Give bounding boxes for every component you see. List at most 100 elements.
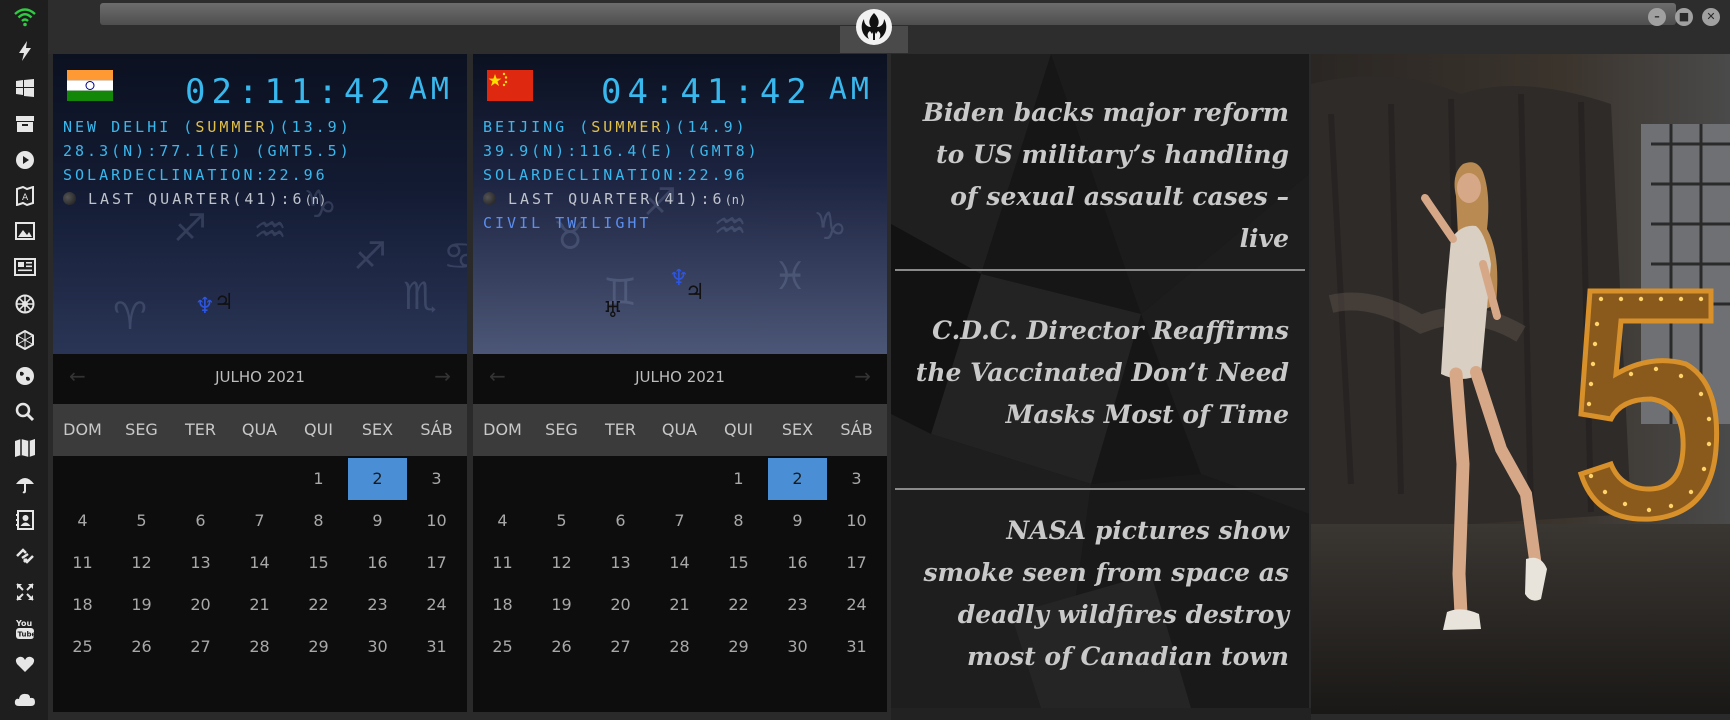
calendar-day[interactable]: 31 (407, 626, 466, 668)
calendar-day[interactable]: 25 (473, 626, 532, 668)
calendar-day[interactable]: 7 (650, 500, 709, 542)
calendar-day[interactable]: 10 (407, 500, 466, 542)
calendar-day[interactable]: 26 (112, 626, 171, 668)
calendar-day[interactable]: 8 (709, 500, 768, 542)
calendar-day[interactable]: 30 (348, 626, 407, 668)
calendar-day[interactable]: 27 (171, 626, 230, 668)
contact-icon[interactable] (13, 510, 37, 534)
calendar-day[interactable]: 31 (827, 626, 886, 668)
image-icon[interactable] (13, 222, 37, 246)
calendar-day[interactable]: 13 (591, 542, 650, 584)
calendar-day[interactable]: 28 (230, 626, 289, 668)
zodiac-background-icon: ♏ (403, 274, 438, 318)
calendar-day[interactable]: 16 (768, 542, 827, 584)
calendar-day[interactable]: 14 (650, 542, 709, 584)
calendar-day[interactable]: 18 (53, 584, 112, 626)
calendar-day[interactable]: 15 (709, 542, 768, 584)
calendar-day[interactable]: 12 (112, 542, 171, 584)
calendar-day[interactable]: 30 (768, 626, 827, 668)
calendar-day[interactable]: 5 (112, 500, 171, 542)
zodiac-background-icon: ♐ (353, 234, 388, 278)
calendar-day[interactable]: 16 (348, 542, 407, 584)
link-icon[interactable] (13, 546, 37, 570)
play-icon[interactable] (13, 150, 37, 174)
calendar-day[interactable]: 20 (591, 584, 650, 626)
calendar-day[interactable]: 23 (348, 584, 407, 626)
calendar-day[interactable]: 20 (171, 584, 230, 626)
zodiac-background-icon: ♋ (443, 234, 467, 278)
fullscreen-icon[interactable] (13, 582, 37, 606)
calendar-day[interactable]: 21 (650, 584, 709, 626)
calendar-day[interactable]: 28 (650, 626, 709, 668)
calendar-day[interactable]: 25 (53, 626, 112, 668)
calendar-day[interactable]: 17 (407, 542, 466, 584)
calendar-day[interactable]: 29 (709, 626, 768, 668)
calendar-day[interactable]: 5 (532, 500, 591, 542)
calendar-day[interactable]: 15 (289, 542, 348, 584)
next-month-button[interactable]: → (434, 364, 451, 388)
calendar-day[interactable]: 27 (591, 626, 650, 668)
calendar-day[interactable]: 19 (532, 584, 591, 626)
news-headline[interactable]: Biden backs major reform to US military’… (909, 92, 1289, 260)
calendar-day[interactable]: 8 (289, 500, 348, 542)
calendar-day[interactable]: 11 (53, 542, 112, 584)
clock-ampm: AM (408, 72, 453, 107)
clock-city-line: BEIJING (SUMMER)(14.9) (483, 118, 748, 136)
calendar-day[interactable]: 23 (768, 584, 827, 626)
maximize-button[interactable]: ■ (1675, 8, 1693, 26)
calendar-day[interactable]: 4 (53, 500, 112, 542)
next-month-button[interactable]: → (854, 364, 871, 388)
calendar-day[interactable]: 1 (709, 458, 768, 500)
sidebar: A You Tube (0, 0, 48, 720)
calendar-day[interactable]: 3 (407, 458, 466, 500)
cloud-icon[interactable] (13, 690, 37, 714)
hexagon-icon[interactable] (13, 329, 37, 354)
windows-icon[interactable] (13, 78, 37, 102)
calendar-day-selected[interactable]: 2 (348, 458, 407, 500)
featured-photo[interactable]: 5 (1311, 54, 1730, 714)
calendar-day[interactable]: 14 (230, 542, 289, 584)
calendar-day[interactable]: 22 (289, 584, 348, 626)
news-headline[interactable]: NASA pictures show smoke seen from space… (909, 510, 1289, 678)
map-book-icon[interactable]: A (13, 185, 37, 210)
flash-icon[interactable] (13, 40, 37, 64)
calendar-day[interactable]: 12 (532, 542, 591, 584)
calendar-day[interactable]: 1 (289, 458, 348, 500)
calendar-day[interactable]: 9 (348, 500, 407, 542)
calendar-day[interactable]: 17 (827, 542, 886, 584)
news-headline[interactable]: C.D.C. Director Reaffirms the Vaccinated… (909, 310, 1289, 436)
calendar-day-selected[interactable]: 2 (768, 458, 827, 500)
umbrella-icon[interactable] (13, 474, 37, 498)
weekday-header: DOM SEG TER QUA QUI SEX SÁB (53, 404, 467, 456)
archive-icon[interactable] (13, 114, 37, 138)
wifi-icon[interactable] (13, 6, 37, 30)
calendar-day[interactable]: 7 (230, 500, 289, 542)
calendar-day[interactable]: 13 (171, 542, 230, 584)
rebel-alliance-logo-icon[interactable] (855, 8, 893, 46)
calendar-day[interactable]: 19 (112, 584, 171, 626)
calendar-day[interactable]: 6 (591, 500, 650, 542)
close-button[interactable]: ✕ (1702, 8, 1720, 26)
calendar-day[interactable]: 24 (827, 584, 886, 626)
youtube-icon[interactable]: You Tube (13, 618, 37, 642)
minimize-button[interactable]: – (1648, 8, 1666, 26)
calendar-day[interactable]: 3 (827, 458, 886, 500)
calendar-day[interactable]: 22 (709, 584, 768, 626)
news-icon[interactable] (13, 258, 37, 282)
heart-icon[interactable] (13, 654, 37, 678)
calendar-day[interactable]: 18 (473, 584, 532, 626)
calendar-day[interactable]: 24 (407, 584, 466, 626)
weekday-label: SEG (125, 420, 158, 439)
calendar-day[interactable]: 9 (768, 500, 827, 542)
calendar-day[interactable]: 4 (473, 500, 532, 542)
calendar-day[interactable]: 29 (289, 626, 348, 668)
search-icon[interactable] (13, 402, 37, 426)
globe-icon[interactable] (13, 366, 37, 390)
calendar-day[interactable]: 21 (230, 584, 289, 626)
settings-gear-icon[interactable] (13, 294, 37, 318)
calendar-day[interactable]: 11 (473, 542, 532, 584)
calendar-day[interactable]: 26 (532, 626, 591, 668)
calendar-day[interactable]: 10 (827, 500, 886, 542)
calendar-day[interactable]: 6 (171, 500, 230, 542)
map-icon[interactable] (13, 438, 37, 462)
